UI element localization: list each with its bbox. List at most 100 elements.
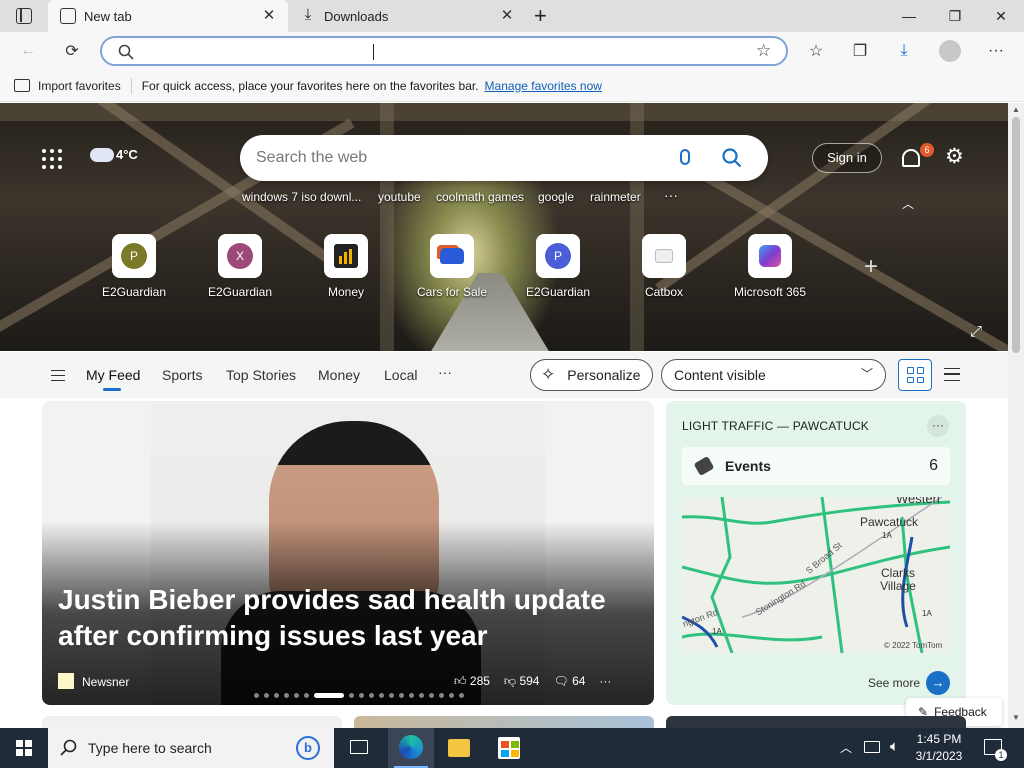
carousel-dot[interactable]: [439, 693, 444, 698]
carousel-dot[interactable]: [314, 693, 344, 698]
tab-my-feed[interactable]: My Feed: [86, 367, 140, 383]
carousel-dot[interactable]: [294, 693, 299, 698]
grid-view-button[interactable]: [898, 359, 932, 391]
restore-button[interactable]: ❐: [932, 0, 978, 32]
close-tab-icon[interactable]: ✕: [260, 7, 278, 25]
microphone-icon[interactable]: [680, 149, 690, 165]
trending-link[interactable]: rainmeter: [590, 190, 641, 204]
downloads-button[interactable]: ⤓: [890, 37, 918, 65]
profile-avatar[interactable]: [936, 37, 964, 65]
quicklink-microsoft-365[interactable]: [748, 234, 792, 278]
tray-chevron-up-icon[interactable]: ︿: [840, 739, 852, 756]
quicklink-catbox[interactable]: [642, 234, 686, 278]
personalize-button[interactable]: ✧ Personalize: [530, 359, 653, 391]
more-tabs-button[interactable]: ···: [438, 364, 452, 380]
trending-link[interactable]: coolmath games: [436, 190, 524, 204]
traffic-more-button[interactable]: ···: [927, 415, 949, 437]
sign-in-button[interactable]: Sign in: [812, 143, 882, 173]
hamburger-menu-icon[interactable]: [51, 370, 65, 381]
refresh-button[interactable]: ⟳: [58, 37, 86, 65]
collections-button[interactable]: ❐: [846, 37, 874, 65]
carousel-dot[interactable]: [274, 693, 279, 698]
tab-sports[interactable]: Sports: [162, 367, 202, 383]
close-window-button[interactable]: ✕: [978, 0, 1024, 32]
page-scrollbar[interactable]: ▲ ▼: [1008, 103, 1024, 728]
like-button[interactable]: 👍︎ 285: [454, 674, 490, 689]
tab-new-tab[interactable]: New tab ✕: [48, 0, 288, 32]
bing-icon[interactable]: b: [296, 736, 320, 760]
quicklink-e2guardian-3[interactable]: P: [536, 234, 580, 278]
trending-link[interactable]: youtube: [378, 190, 421, 204]
carousel-dot[interactable]: [429, 693, 434, 698]
dislike-button[interactable]: 👎︎ 594: [504, 674, 540, 689]
publisher-name[interactable]: Newsner: [82, 675, 129, 689]
collapse-chevron-icon[interactable]: ︿: [902, 195, 914, 212]
story-more-button[interactable]: ···: [599, 674, 611, 689]
quicklink-money[interactable]: [324, 234, 368, 278]
carousel-dot[interactable]: [399, 693, 404, 698]
trending-link[interactable]: windows 7 iso downl...: [242, 190, 361, 204]
traffic-title[interactable]: LIGHT TRAFFIC — PAWCATUCK: [682, 419, 869, 433]
main-story-card[interactable]: Justin Bieber provides sad health update…: [42, 401, 654, 705]
web-search-box[interactable]: Search the web: [240, 135, 768, 181]
scroll-thumb[interactable]: [1012, 117, 1020, 353]
quicklink-e2guardian-2[interactable]: X: [218, 234, 262, 278]
weather-widget[interactable]: 4°C: [90, 147, 138, 162]
add-favorite-icon[interactable]: ☆: [756, 41, 771, 61]
volume-icon[interactable]: 🔈︎: [890, 738, 899, 755]
carousel-dot[interactable]: [284, 693, 289, 698]
search-icon[interactable]: [722, 148, 742, 168]
story-card-preview[interactable]: [354, 716, 654, 728]
tab-downloads[interactable]: ⤓ Downloads ✕: [288, 0, 526, 32]
story-card-preview[interactable]: [666, 716, 966, 728]
taskbar-search-box[interactable]: Type here to search b: [48, 728, 334, 768]
notifications-bell-icon[interactable]: [902, 149, 920, 167]
favorites-button[interactable]: ☆: [802, 37, 830, 65]
events-row[interactable]: Events 6: [682, 447, 950, 485]
add-quicklink-button[interactable]: +: [864, 253, 878, 281]
edge-taskbar-icon[interactable]: [388, 728, 434, 768]
minimize-button[interactable]: —: [886, 0, 932, 32]
new-tab-button[interactable]: +: [534, 3, 547, 29]
manage-favorites-link[interactable]: Manage favorites now: [485, 79, 602, 93]
carousel-dot[interactable]: [379, 693, 384, 698]
clock[interactable]: 1:45 PM 3/1/2023: [910, 731, 968, 765]
tab-actions-icon[interactable]: [16, 8, 32, 24]
traffic-map[interactable]: Pawcatuck Clarks Village Westerl Stoning…: [682, 497, 950, 653]
comments-button[interactable]: 🗨︎ 64: [553, 674, 585, 689]
trending-more-button[interactable]: ···: [664, 187, 678, 203]
scroll-up-arrow-icon[interactable]: ▲: [1012, 105, 1020, 114]
task-view-icon[interactable]: [350, 740, 368, 754]
tab-money[interactable]: Money: [318, 367, 360, 383]
web-search-input[interactable]: Search the web: [256, 149, 367, 167]
back-button[interactable]: ←: [14, 37, 42, 65]
expand-background-icon[interactable]: ⤢: [970, 323, 982, 340]
page-settings-gear-icon[interactable]: ⚙: [945, 146, 964, 167]
content-visibility-select[interactable]: Content visible ﹀: [661, 359, 886, 391]
see-more-arrow-icon[interactable]: →: [926, 671, 950, 695]
carousel-dot[interactable]: [449, 693, 454, 698]
quicklink-cars-for-sale[interactable]: [430, 234, 474, 278]
tab-local[interactable]: Local: [384, 367, 417, 383]
network-icon[interactable]: [864, 741, 880, 753]
carousel-dot[interactable]: [459, 693, 464, 698]
carousel-dot[interactable]: [264, 693, 269, 698]
quicklink-e2guardian-1[interactable]: P: [112, 234, 156, 278]
carousel-dot[interactable]: [409, 693, 414, 698]
story-card-preview[interactable]: [42, 716, 342, 728]
list-view-button[interactable]: [944, 368, 960, 381]
carousel-dot[interactable]: [359, 693, 364, 698]
store-icon[interactable]: [498, 737, 520, 759]
tab-top-stories[interactable]: Top Stories: [226, 367, 296, 383]
settings-more-button[interactable]: ···: [982, 37, 1010, 65]
carousel-dot[interactable]: [349, 693, 354, 698]
import-favorites-button[interactable]: Import favorites: [38, 79, 121, 93]
apps-launcher-icon[interactable]: [42, 149, 62, 169]
carousel-dot[interactable]: [419, 693, 424, 698]
carousel-dot[interactable]: [254, 693, 259, 698]
story-headline[interactable]: Justin Bieber provides sad health update…: [58, 582, 618, 654]
start-windows-icon[interactable]: [16, 740, 32, 756]
address-bar[interactable]: ☆: [100, 36, 788, 66]
scroll-down-arrow-icon[interactable]: ▼: [1012, 713, 1020, 722]
file-explorer-icon[interactable]: [448, 739, 470, 757]
